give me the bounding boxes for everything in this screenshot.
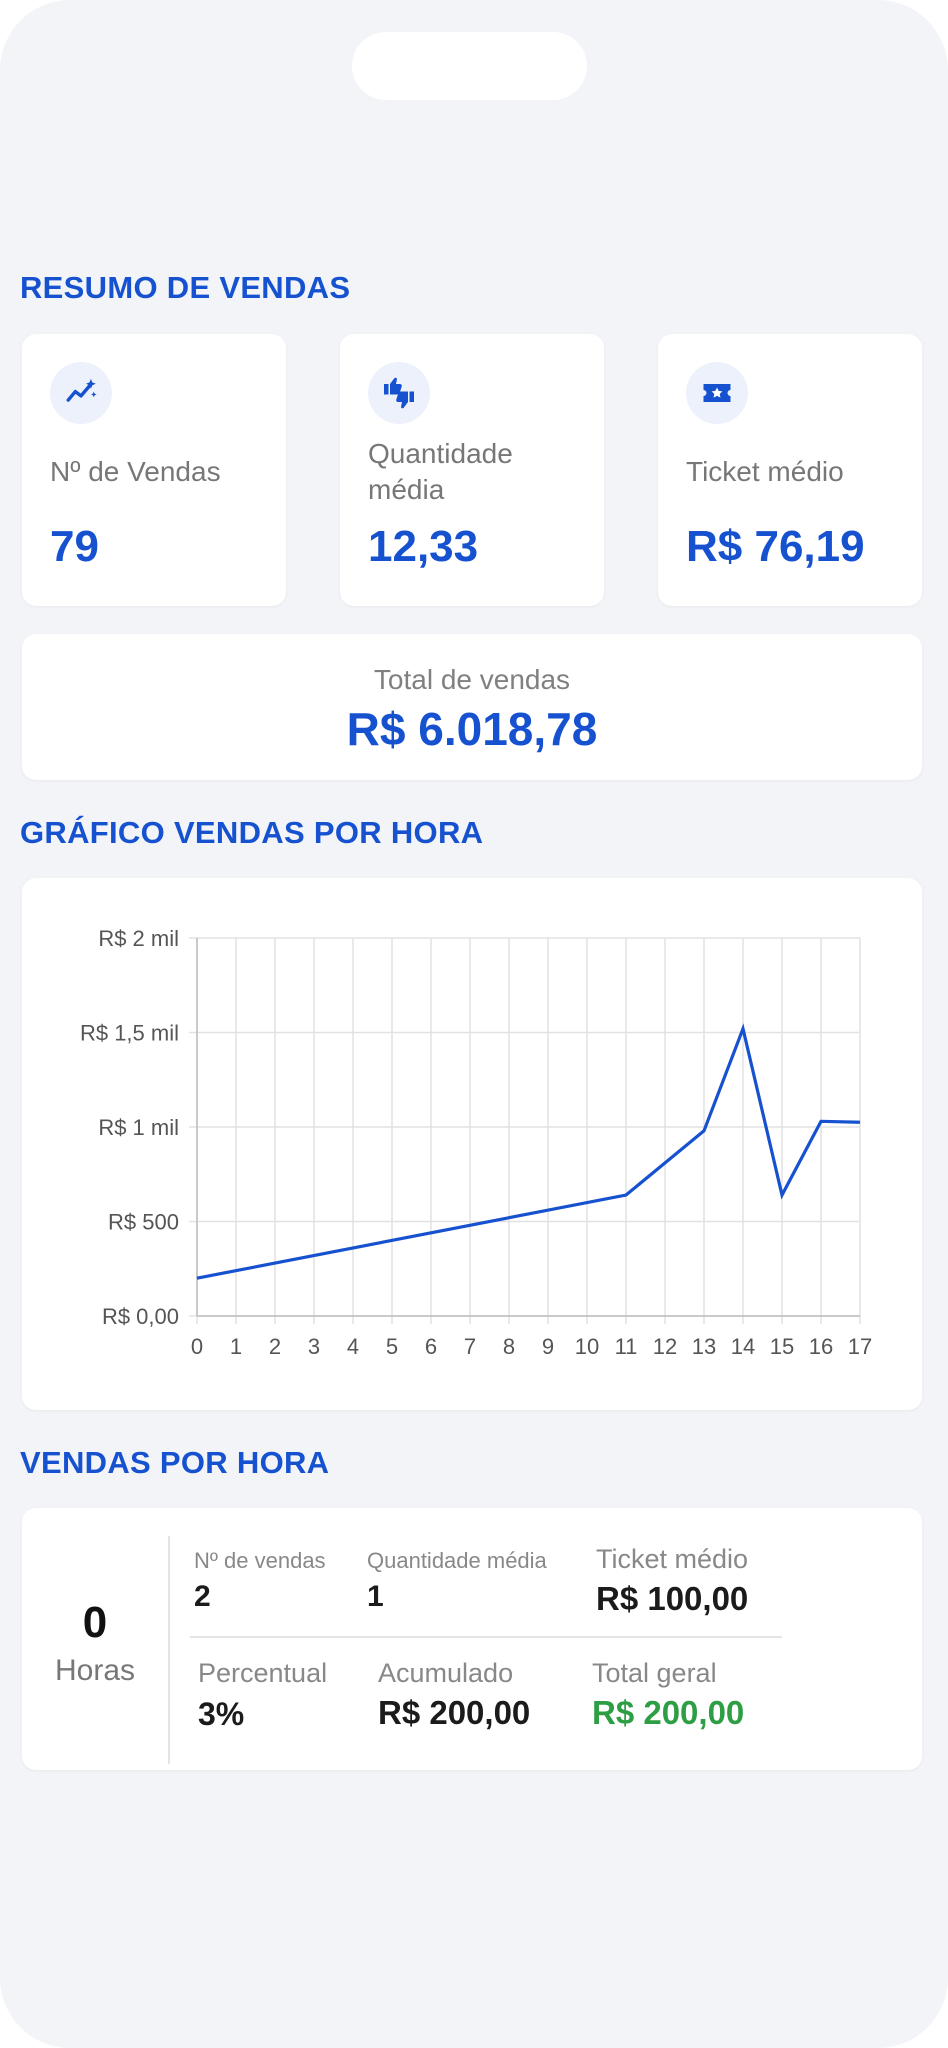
avg-quantity-value: 12,33 bbox=[368, 522, 479, 571]
x-tick-label: 2 bbox=[269, 1334, 281, 1359]
total-sales-label: Total de vendas bbox=[373, 664, 571, 695]
trend-sparkle-icon bbox=[50, 362, 112, 424]
phone-frame: RESUMO DE VENDAS Nº de Vendas 79 Quantid… bbox=[0, 0, 948, 2048]
x-tick-label: 9 bbox=[542, 1334, 554, 1359]
x-tick-label: 3 bbox=[308, 1334, 320, 1359]
total-general-label: Total geral bbox=[592, 1658, 717, 1688]
avg-ticket-label: Ticket médio bbox=[686, 456, 844, 487]
percent-value: 3% bbox=[198, 1696, 245, 1732]
chart-section-title: GRÁFICO VENDAS POR HORA bbox=[20, 815, 484, 850]
avg-quantity-value: 1 bbox=[367, 1580, 384, 1613]
percent-label: Percentual bbox=[198, 1658, 328, 1688]
hourly-sales-card[interactable]: 0 Horas Nº de vendas 2 Quantidade média … bbox=[22, 1508, 922, 1770]
x-tick-label: 16 bbox=[809, 1334, 833, 1359]
avg-quantity-label-line1: Quantidade bbox=[368, 438, 513, 469]
ticket-value: R$ 100,00 bbox=[596, 1580, 749, 1617]
x-tick-label: 6 bbox=[425, 1334, 437, 1359]
chart-card: 0 1 2 3 4 5 6 7 8 9 10 11 12 13 14 15 16 17 R$ 0,00 R$ 500 R… bbox=[22, 878, 922, 1410]
x-tick-label: 4 bbox=[347, 1334, 359, 1359]
avg-quantity-label: Quantidade média bbox=[367, 1548, 547, 1573]
hourly-section-title: VENDAS POR HORA bbox=[20, 1445, 330, 1480]
sales-count-label: Nº de vendas bbox=[194, 1548, 326, 1573]
total-sales-value: R$ 6.018,78 bbox=[346, 703, 598, 755]
sales-count-card: Nº de Vendas 79 bbox=[22, 334, 286, 606]
hour-value: 0 bbox=[82, 1598, 108, 1647]
x-tick-label: 10 bbox=[575, 1334, 599, 1359]
avg-ticket-card: Ticket médio R$ 76,19 bbox=[658, 334, 922, 606]
thumbs-icon bbox=[368, 362, 430, 424]
accumulated-label: Acumulado bbox=[378, 1658, 514, 1688]
sales-count-value: 79 bbox=[50, 522, 99, 571]
x-tick-label: 7 bbox=[464, 1334, 476, 1359]
ticket-label: Ticket médio bbox=[596, 1544, 749, 1574]
x-tick-label: 8 bbox=[503, 1334, 515, 1359]
avg-quantity-label-line2: média bbox=[368, 474, 445, 505]
hour-label: Horas bbox=[54, 1654, 136, 1687]
x-tick-label: 13 bbox=[692, 1334, 716, 1359]
sales-by-hour-chart: 0 1 2 3 4 5 6 7 8 9 10 11 12 13 14 15 16 17R$ 0,00R$ 500R… bbox=[80, 926, 872, 1359]
sales-count-value: 2 bbox=[194, 1580, 211, 1613]
y-tick-label: R$ 2 mil bbox=[98, 926, 179, 951]
avg-ticket-value: R$ 76,19 bbox=[686, 522, 865, 571]
total-sales-card: Total de vendas R$ 6.018,78 bbox=[22, 634, 922, 780]
vertical-divider bbox=[168, 1536, 170, 1764]
y-tick-label: R$ 500 bbox=[108, 1210, 179, 1235]
horizontal-divider bbox=[190, 1636, 782, 1638]
ticket-icon bbox=[686, 362, 748, 424]
avg-quantity-card: Quantidade média 12,33 bbox=[340, 334, 604, 606]
x-tick-label: 15 bbox=[770, 1334, 794, 1359]
total-general-value: R$ 200,00 bbox=[592, 1694, 745, 1731]
dynamic-island bbox=[352, 32, 587, 100]
x-tick-label: 11 bbox=[615, 1334, 638, 1359]
x-tick-label: 12 bbox=[653, 1334, 677, 1359]
y-tick-label: R$ 0,00 bbox=[102, 1304, 179, 1329]
sales-count-label: Nº de Vendas bbox=[50, 456, 221, 487]
summary-title: RESUMO DE VENDAS bbox=[20, 270, 351, 305]
sales-line-series bbox=[196, 1023, 861, 1280]
accumulated-value: R$ 200,00 bbox=[378, 1694, 531, 1731]
x-tick-label: 17 bbox=[848, 1334, 872, 1359]
x-tick-label: 0 bbox=[191, 1334, 203, 1359]
x-tick-label: 1 bbox=[230, 1334, 242, 1359]
y-tick-label: R$ 1,5 mil bbox=[80, 1021, 179, 1046]
x-tick-label: 5 bbox=[386, 1334, 398, 1359]
x-tick-label: 14 bbox=[731, 1334, 755, 1359]
y-tick-label: R$ 1 mil bbox=[98, 1115, 179, 1140]
